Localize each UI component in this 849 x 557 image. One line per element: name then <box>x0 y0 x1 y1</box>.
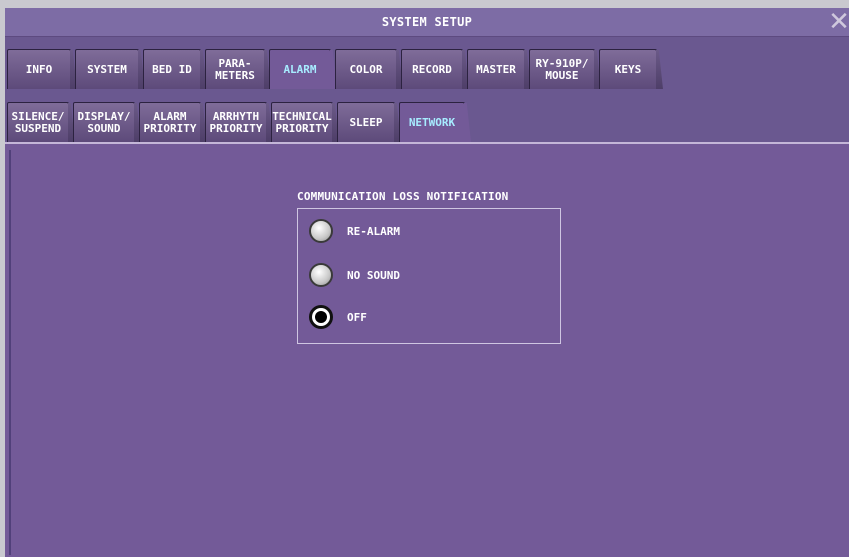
subtab-arrhyth-priority[interactable]: ARRHYTH PRIORITY <box>205 102 267 142</box>
radio-re-alarm[interactable] <box>309 219 333 243</box>
tab-alarm[interactable]: ALARM <box>269 49 331 89</box>
tab-bed-id[interactable]: BED ID <box>143 49 201 89</box>
subtab-network[interactable]: NETWORK <box>399 102 465 142</box>
option-label: NO SOUND <box>347 268 400 282</box>
option-off[interactable]: OFF <box>309 305 367 329</box>
subtab-technical-priority[interactable]: TECHNICAL PRIORITY <box>271 102 333 142</box>
main-tab-bar: INFO SYSTEM BED ID PARA- METERS ALARM CO… <box>5 37 849 89</box>
panel-edge <box>9 150 11 555</box>
tab-color[interactable]: COLOR <box>335 49 397 89</box>
subtab-sleep[interactable]: SLEEP <box>337 102 395 142</box>
title-bar: SYSTEM SETUP ✕ <box>5 8 849 37</box>
radio-dot <box>315 311 327 323</box>
close-icon[interactable]: ✕ <box>825 9 849 35</box>
tab-master[interactable]: MASTER <box>467 49 525 89</box>
tab-record[interactable]: RECORD <box>401 49 463 89</box>
network-settings-panel: COMMUNICATION LOSS NOTIFICATION RE-ALARM… <box>5 142 849 557</box>
option-label: RE-ALARM <box>347 224 400 238</box>
option-re-alarm[interactable]: RE-ALARM <box>309 219 400 243</box>
radio-off-selected[interactable] <box>309 305 333 329</box>
subtab-silence-suspend[interactable]: SILENCE/ SUSPEND <box>7 102 69 142</box>
sub-tab-bar: SILENCE/ SUSPEND DISPLAY/ SOUND ALARM PR… <box>5 89 849 142</box>
subtab-alarm-priority[interactable]: ALARM PRIORITY <box>139 102 201 142</box>
tab-ry910p-mouse[interactable]: RY-910P/ MOUSE <box>529 49 595 89</box>
tab-parameters[interactable]: PARA- METERS <box>205 49 265 89</box>
communication-loss-group: COMMUNICATION LOSS NOTIFICATION RE-ALARM… <box>297 190 561 344</box>
tab-info[interactable]: INFO <box>7 49 71 89</box>
option-no-sound[interactable]: NO SOUND <box>309 263 400 287</box>
tab-keys[interactable]: KEYS <box>599 49 657 89</box>
radio-no-sound[interactable] <box>309 263 333 287</box>
option-label: OFF <box>347 310 367 324</box>
window-title: SYSTEM SETUP <box>381 15 473 29</box>
group-title: COMMUNICATION LOSS NOTIFICATION <box>297 190 509 203</box>
tab-system[interactable]: SYSTEM <box>75 49 139 89</box>
subtab-display-sound[interactable]: DISPLAY/ SOUND <box>73 102 135 142</box>
options-box: RE-ALARM NO SOUND OFF <box>297 208 561 344</box>
system-setup-window: SYSTEM SETUP ✕ INFO SYSTEM BED ID PARA- … <box>5 8 849 557</box>
